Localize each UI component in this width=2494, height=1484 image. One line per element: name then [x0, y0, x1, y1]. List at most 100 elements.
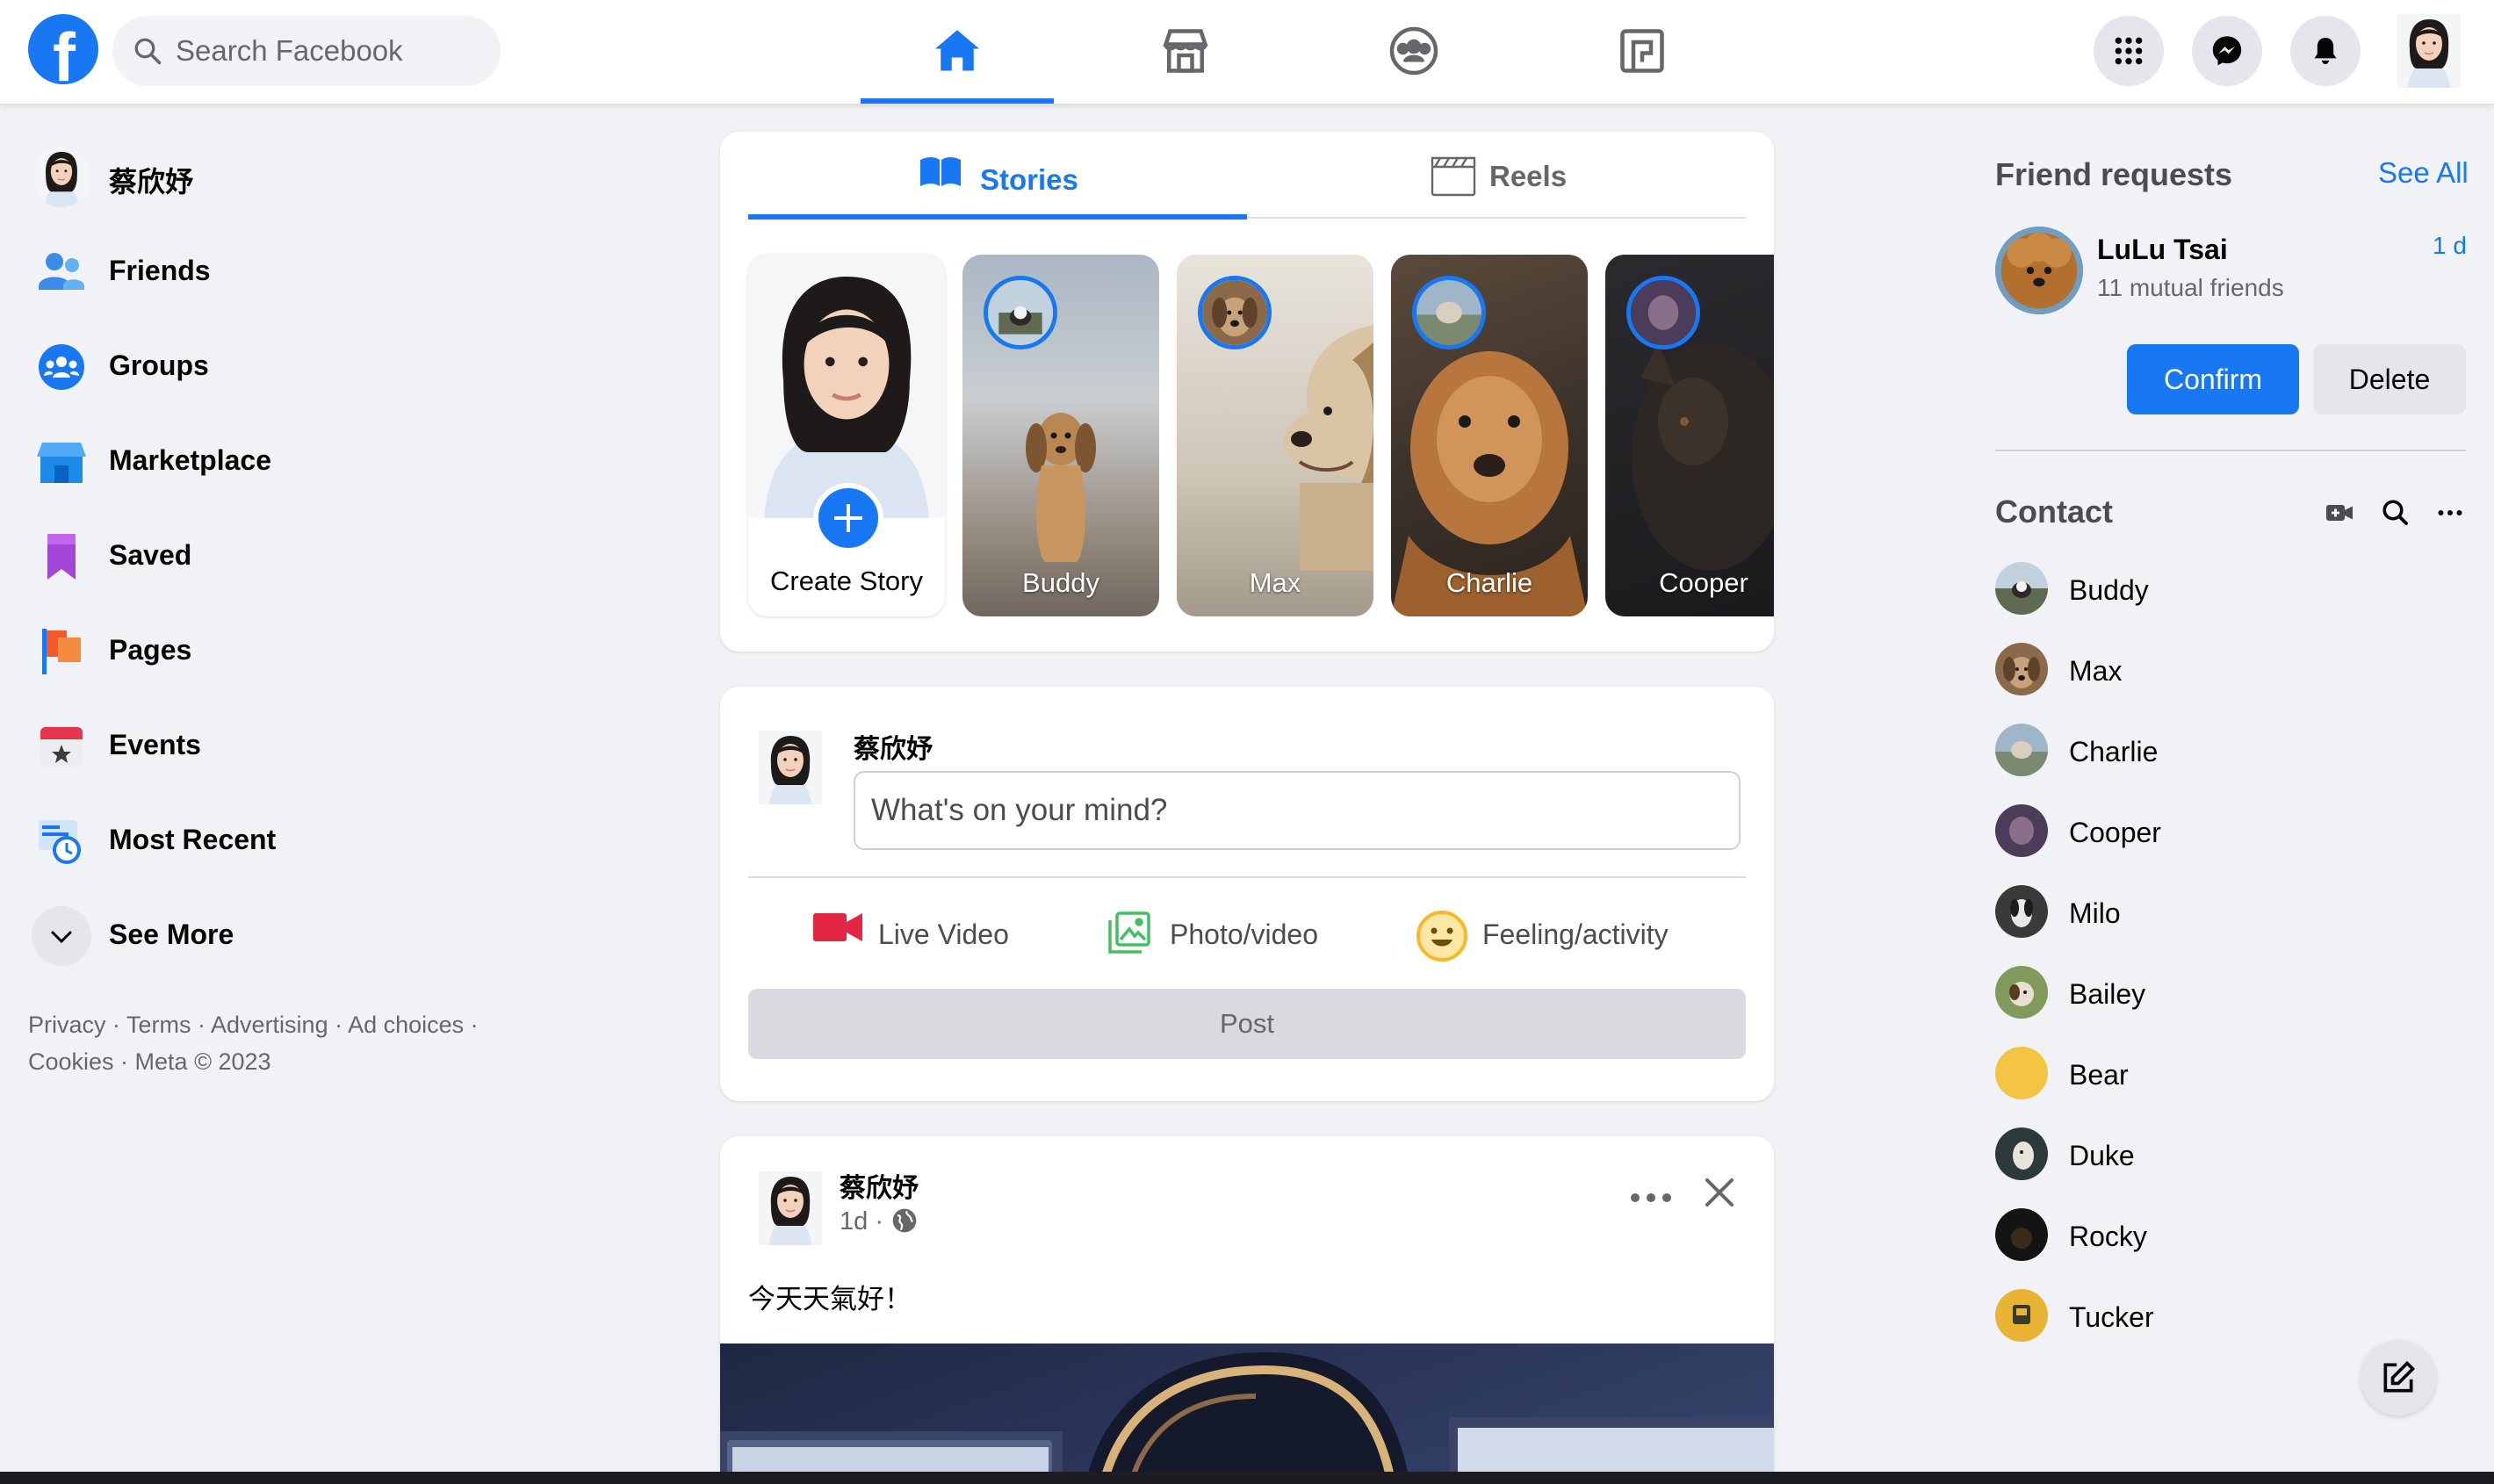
sidebar-see-more[interactable]: See More — [32, 901, 646, 971]
contact-avatar — [1995, 643, 2048, 695]
sidebar-item-profile[interactable]: 蔡欣妤 — [32, 142, 646, 213]
sidebar-item-groups[interactable]: Groups — [32, 332, 646, 402]
sidebar-item-saved[interactable]: Saved — [32, 522, 646, 592]
meta-separator: · — [875, 1207, 883, 1235]
search-icon[interactable] — [2380, 497, 2411, 529]
tab-home[interactable] — [861, 0, 1054, 104]
contact-avatar — [1995, 1289, 2048, 1342]
compose-icon — [2383, 1360, 2416, 1393]
contact-avatar — [1995, 966, 2048, 1019]
post-text: 今天天氣好！ — [748, 1284, 912, 1315]
contact-avatar — [1995, 562, 2048, 615]
top-navigation-bar: f — [0, 0, 2494, 104]
search-box[interactable] — [112, 16, 501, 86]
contact-name: Max — [2069, 655, 2123, 687]
tab-marketplace[interactable] — [1089, 0, 1282, 104]
contact-row[interactable]: Buddy — [1995, 562, 2434, 618]
poodle-avatar-icon — [1995, 227, 2083, 314]
notifications-button[interactable] — [2290, 16, 2361, 86]
contact-row[interactable]: Rocky — [1995, 1208, 2434, 1264]
pages-icon — [42, 629, 81, 674]
action-label: Photo/video — [1170, 918, 1319, 950]
grid-menu-icon — [2115, 37, 2143, 65]
story-card-buddy[interactable]: Buddy — [962, 255, 1159, 616]
sidebar-item-events[interactable]: Events — [32, 711, 646, 782]
story-name: Cooper — [1659, 567, 1748, 598]
more-options-icon[interactable] — [2434, 497, 2466, 529]
smiley-icon — [1416, 911, 1467, 962]
profile-avatar-icon[interactable] — [2394, 14, 2464, 88]
story-card-max[interactable]: Max — [1177, 255, 1373, 616]
more-options-icon[interactable] — [1625, 1180, 1677, 1215]
contact-row[interactable]: Milo — [1995, 885, 2434, 941]
contact-row[interactable]: Cooper — [1995, 804, 2434, 861]
stories-card: Stories Reels Create Story Buddy Max Cha… — [720, 132, 1774, 652]
author-avatar-icon[interactable] — [759, 1171, 822, 1245]
post-image[interactable] — [720, 1344, 1774, 1484]
contact-row[interactable]: Tucker — [1995, 1289, 2434, 1345]
facebook-logo-icon[interactable]: f — [28, 14, 98, 91]
footer-links[interactable]: Privacy · Terms · Advertising · Ad choic… — [28, 1006, 555, 1080]
sidebar-item-label: 蔡欣妤 — [109, 166, 194, 198]
contact-name: Bear — [2069, 1059, 2129, 1091]
groups-icon — [39, 344, 84, 390]
user-photo — [748, 255, 945, 518]
post-button[interactable]: Post — [748, 989, 1746, 1059]
delete-button[interactable]: Delete — [2313, 344, 2466, 414]
user-avatar-icon — [759, 731, 822, 804]
feeling-activity-button[interactable]: Feeling/activity — [1416, 906, 1697, 962]
contact-row[interactable]: Charlie — [1995, 724, 2434, 780]
close-icon[interactable] — [1702, 1175, 1737, 1210]
dog-photo — [1026, 413, 1096, 562]
saved-icon — [47, 534, 76, 580]
contact-row[interactable]: Duke — [1995, 1127, 2434, 1184]
sidebar-item-most-recent[interactable]: Most Recent — [32, 806, 646, 876]
home-icon — [935, 30, 979, 71]
live-video-button[interactable]: Live Video — [811, 906, 1022, 962]
friend-requests-title: Friend requests — [1995, 156, 2233, 192]
see-all-link[interactable]: See All — [2378, 156, 2469, 190]
most-recent-icon — [39, 820, 81, 864]
friend-request-name[interactable]: LuLu Tsai — [2097, 234, 2228, 266]
friend-request-avatar[interactable] — [1995, 227, 2083, 314]
story-name: Buddy — [1022, 567, 1099, 598]
story-avatar — [1198, 276, 1272, 349]
post-meta: 1d · — [840, 1207, 919, 1236]
post-composer: 蔡欣妤 Live Video Photo/video Feeling/activ… — [720, 687, 1774, 1101]
contact-row[interactable]: Max — [1995, 643, 2434, 699]
status-input[interactable] — [854, 771, 1741, 850]
chevron-down-icon — [32, 906, 91, 966]
tab-reels[interactable]: Reels — [1430, 148, 1588, 209]
contact-row[interactable]: Bear — [1995, 1047, 2434, 1103]
contact-row[interactable]: Bailey — [1995, 966, 2434, 1022]
post-author-name[interactable]: 蔡欣妤 — [840, 1166, 919, 1205]
story-avatar — [1626, 276, 1700, 349]
post-time[interactable]: 1d — [840, 1207, 868, 1235]
story-name: Max — [1249, 567, 1301, 598]
marketplace-icon — [1163, 29, 1208, 73]
tab-gaming[interactable] — [1546, 0, 1739, 104]
story-card-charlie[interactable]: Charlie — [1391, 255, 1588, 616]
create-story-card[interactable]: Create Story — [748, 255, 945, 616]
sidebar-item-marketplace[interactable]: Marketplace — [32, 427, 646, 497]
tab-stories[interactable]: Stories — [919, 148, 1085, 209]
search-input[interactable] — [176, 28, 483, 74]
contact-name: Milo — [2069, 897, 2121, 929]
contact-name: Cooper — [2069, 817, 2161, 848]
feed-post: 蔡欣妤 1d · 今天天氣好！ — [720, 1136, 1774, 1484]
composer-user-name: 蔡欣妤 — [854, 735, 933, 764]
sidebar-item-friends[interactable]: Friends — [32, 237, 646, 307]
book-icon — [920, 157, 961, 186]
menu-button[interactable] — [2094, 16, 2164, 86]
messenger-button[interactable] — [2192, 16, 2262, 86]
contact-avatar — [1995, 724, 2048, 776]
sidebar-item-label: See More — [109, 918, 234, 950]
tab-groups[interactable] — [1317, 0, 1510, 104]
video-call-icon[interactable] — [2324, 497, 2355, 529]
confirm-button[interactable]: Confirm — [2127, 344, 2299, 414]
sidebar-item-pages[interactable]: Pages — [32, 616, 646, 687]
story-card-cooper[interactable]: Cooper — [1605, 255, 1774, 616]
photo-video-button[interactable]: Photo/video — [1106, 906, 1352, 962]
sidebar-item-label: Pages — [109, 634, 192, 666]
new-message-button[interactable] — [2361, 1340, 2436, 1416]
